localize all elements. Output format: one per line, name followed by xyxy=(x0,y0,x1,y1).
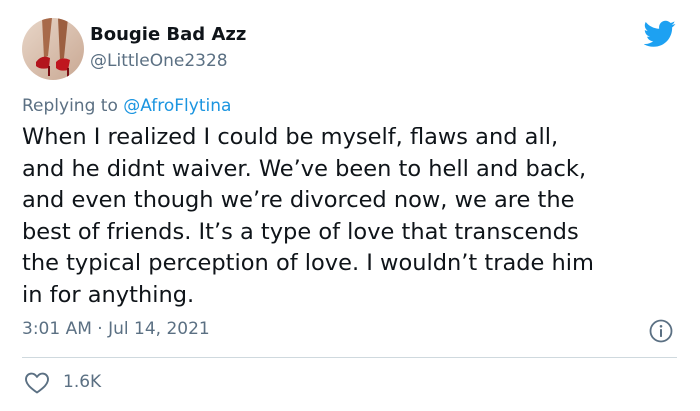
info-icon[interactable] xyxy=(648,318,674,344)
tweet-text-line: and even though we’re divorced now, we a… xyxy=(22,187,575,213)
tweet-text-line: in for anything. xyxy=(22,281,195,308)
display-name[interactable]: Bougie Bad Azz xyxy=(90,24,246,45)
reply-mention-link[interactable]: @AfroFlytina xyxy=(123,96,231,116)
tweet-text-line: best of friends. It’s a type of love tha… xyxy=(22,218,579,245)
user-handle[interactable]: @LittleOne2328 xyxy=(90,51,228,71)
avatar-image xyxy=(22,18,84,80)
heart-icon[interactable] xyxy=(24,371,50,395)
replying-to: Replying to @AfroFlytina xyxy=(22,96,231,116)
twitter-bird-icon[interactable] xyxy=(643,20,676,48)
replying-to-label: Replying to xyxy=(22,96,118,116)
tweet-text-line: When I realized I could be myself, flaws… xyxy=(22,124,559,150)
tweet-text: When I realized I could be myself, flaws… xyxy=(22,122,682,311)
tweet-timestamp[interactable]: 3:01 AM · Jul 14, 2021 xyxy=(22,319,210,339)
avatar[interactable] xyxy=(22,18,84,80)
divider xyxy=(22,357,677,358)
tweet-text-line: and he didnt waiver. We’ve been to hell … xyxy=(22,155,587,182)
tweet-text-line: the typical perception of love. I wouldn… xyxy=(22,250,594,276)
tweet-card: Bougie Bad Azz @LittleOne2328 Replying t… xyxy=(0,0,700,411)
like-count: 1.6K xyxy=(63,372,102,392)
